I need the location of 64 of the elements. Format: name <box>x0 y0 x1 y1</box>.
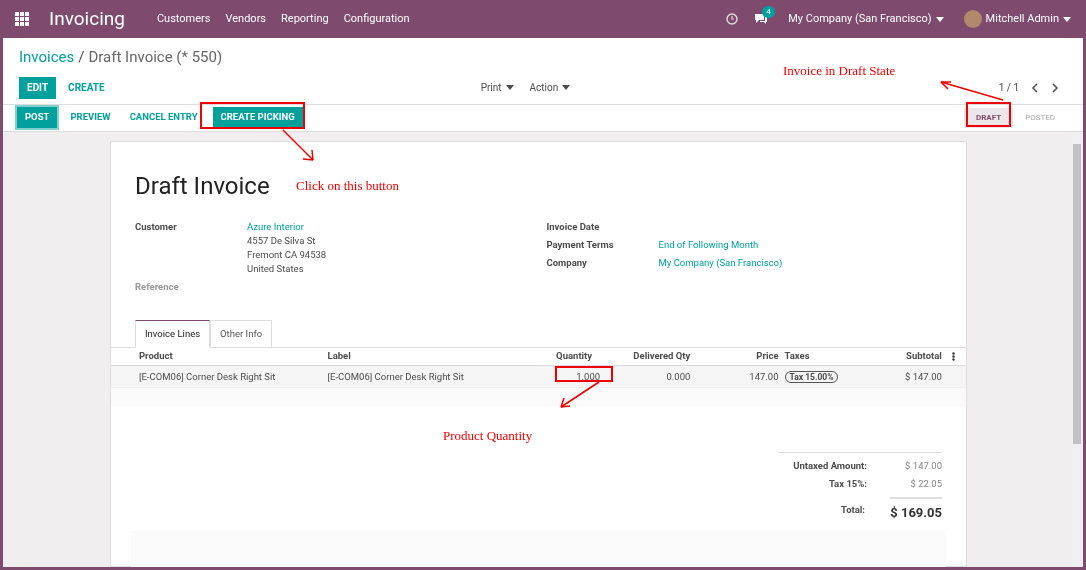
total-value: $ 22.05 <box>909 477 942 492</box>
annotation-text: Click on this button <box>296 177 399 195</box>
pager-counter: 1 / 1 <box>998 81 1019 95</box>
annotation-arrow <box>560 381 600 408</box>
annotation-arrow <box>940 81 1004 101</box>
column-header[interactable]: Quantity <box>511 347 601 366</box>
company-switcher[interactable]: My Company (San Francisco) <box>788 10 944 28</box>
clock-icon[interactable] <box>726 13 739 25</box>
address-line: United States <box>247 261 305 276</box>
caret-icon <box>505 85 514 90</box>
user-menu[interactable]: Mitchell Admin <box>985 10 1071 28</box>
highlight-frame <box>555 366 613 382</box>
form-tab[interactable]: Invoice Lines <box>135 319 211 348</box>
breadcrumb-current: Draft Invoice (* 550) <box>88 47 223 68</box>
caret-icon <box>1063 16 1071 22</box>
address-line: Fremont CA 94538 <box>247 247 327 262</box>
previous-icon[interactable] <box>1031 82 1039 93</box>
total-label: Tax 15%: <box>827 477 867 492</box>
field-label: Company <box>546 255 588 270</box>
field-label: Customer <box>135 219 178 234</box>
customer-link[interactable]: Azure Interior <box>247 219 327 234</box>
total-value: $ 147.00 <box>904 459 942 474</box>
column-header[interactable]: Subtotal <box>882 347 942 366</box>
annotation-text: Invoice in Draft State <box>783 62 896 80</box>
table-cell: [E-COM06] Corner Desk Right Sit <box>327 365 512 388</box>
column-header[interactable]: Product <box>111 347 328 366</box>
column-options-icon[interactable] <box>952 352 956 361</box>
caret-icon <box>935 16 944 22</box>
field-label: Payment Terms <box>546 237 615 252</box>
next-icon[interactable] <box>1051 82 1059 93</box>
menu-item[interactable]: Customers <box>156 10 211 28</box>
menu-item[interactable]: Vendors <box>225 10 267 28</box>
form-tab[interactable]: Other Info <box>210 319 273 348</box>
column-header[interactable]: Label <box>327 347 512 366</box>
total-label: Total: <box>840 502 865 517</box>
address-line: 4557 De Silva St <box>247 233 317 248</box>
apps-grid-icon[interactable] <box>15 12 29 26</box>
sheet-title: Draft Invoice <box>135 171 270 200</box>
dropdown-button[interactable]: Action <box>529 80 571 95</box>
field-label: Invoice Date <box>546 219 601 234</box>
menu-item[interactable]: Configuration <box>343 10 410 28</box>
app-title[interactable]: Invoicing <box>49 4 125 34</box>
total-label: Untaxed Amount: <box>792 459 867 474</box>
caret-icon <box>562 85 571 90</box>
annotation-arrow <box>282 129 314 161</box>
breadcrumb-separator: / <box>78 47 85 68</box>
chat-icon[interactable] <box>754 13 769 25</box>
table-cell: 147.00 <box>690 365 779 388</box>
highlight-frame <box>966 102 1011 127</box>
table-cell: [E-COM06] Corner Desk Right Sit <box>111 365 328 388</box>
field-link[interactable]: My Company (San Francisco) <box>658 255 783 270</box>
column-header[interactable]: Taxes <box>778 347 883 366</box>
field-label: Reference <box>135 279 180 294</box>
table-cell: 0.000 <box>600 365 691 388</box>
annotation-text: Product Quantity <box>443 427 533 445</box>
table-cell: $ 147.00 <box>882 365 942 388</box>
dropdown-button[interactable]: Print <box>480 80 514 95</box>
total-value: $ 169.05 <box>890 497 942 523</box>
message-count-badge: 4 <box>762 6 775 18</box>
quantity-value: 1.000 <box>576 369 601 384</box>
field-link[interactable]: End of Following Month <box>658 237 759 252</box>
column-header[interactable]: Delivered Qty <box>600 347 691 366</box>
column-header[interactable]: Price <box>690 347 779 366</box>
menu-item[interactable]: Reporting <box>281 10 329 28</box>
